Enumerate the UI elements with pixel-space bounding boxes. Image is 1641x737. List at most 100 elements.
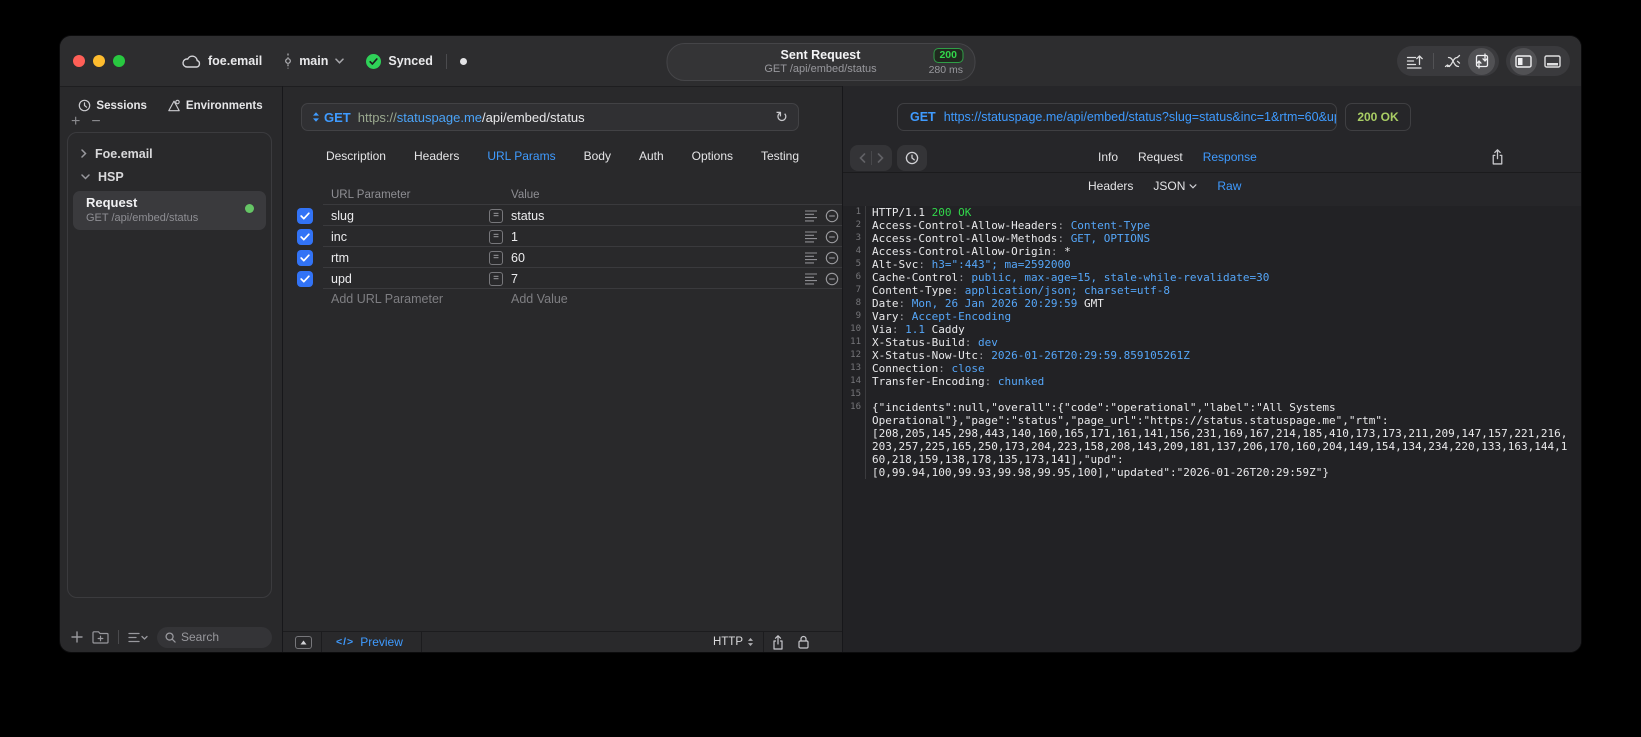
param-row-upd: upd = 7 <box>283 268 842 289</box>
remove-row-icon[interactable] <box>825 230 839 244</box>
toggle-bottom-panel-button[interactable] <box>1539 48 1566 75</box>
response-code-line: 14 Transfer-Encoding: chunked <box>843 375 1581 388</box>
tab-environments-label: Environments <box>185 99 263 112</box>
history-button[interactable] <box>897 145 927 171</box>
request-list-item-selected[interactable]: Request GET /api/embed/status <box>73 191 266 230</box>
tab-json[interactable]: JSON <box>1153 179 1197 193</box>
tab-request[interactable]: Request <box>1138 150 1183 164</box>
tree-item-hsp[interactable]: HSP <box>68 165 271 188</box>
new-folder-button[interactable] <box>92 630 109 644</box>
tab-info[interactable]: Info <box>1098 150 1118 164</box>
share-icon[interactable] <box>772 634 784 650</box>
code-icon: </> <box>336 636 355 648</box>
response-code-line: 9 Vary: Accept-Encoding <box>843 310 1581 323</box>
row-drag-icon[interactable] <box>804 209 818 222</box>
request-bottom-bar: </> Preview HTTP <box>283 631 842 652</box>
lock-icon[interactable] <box>798 635 809 649</box>
param-name-field[interactable]: inc <box>331 230 489 244</box>
param-name-field[interactable]: rtm <box>331 251 489 265</box>
request-duration: 280 ms <box>928 64 963 76</box>
add-param-name-placeholder[interactable]: Add URL Parameter <box>331 292 443 306</box>
resend-request-icon[interactable]: ↻ <box>775 110 788 125</box>
tab-headers[interactable]: Headers <box>1088 179 1133 193</box>
tab-url-params[interactable]: URL Params <box>487 149 555 163</box>
param-name-field[interactable]: slug <box>331 209 489 223</box>
tree-item-foe-email[interactable]: Foe.email <box>68 142 271 165</box>
remove-row-icon[interactable] <box>825 251 839 265</box>
minimize-window-button[interactable] <box>93 55 105 67</box>
toolbar-group-layout <box>1506 46 1570 76</box>
close-window-button[interactable] <box>73 55 85 67</box>
param-value-field[interactable]: 1 <box>511 230 518 244</box>
tab-options[interactable]: Options <box>692 149 733 163</box>
request-method[interactable]: GET <box>324 110 351 125</box>
chevron-down-icon[interactable] <box>335 58 345 64</box>
response-body[interactable]: 1 HTTP/1.1 200 OK 2 Access-Control-Allow-He… <box>843 206 1581 652</box>
request-url-bar[interactable]: GET https://statuspage.me/api/embed/stat… <box>301 103 799 131</box>
export-response-icon[interactable] <box>1491 149 1504 165</box>
request-summary-title: Sent Request <box>780 48 861 62</box>
response-code-line: 15 <box>843 388 1581 401</box>
remove-item-button[interactable]: − <box>91 114 100 130</box>
param-checkbox[interactable] <box>297 249 313 266</box>
column-header-value: Value <box>511 189 540 201</box>
sync-status[interactable]: Synced <box>388 54 432 68</box>
import-export-button[interactable] <box>1401 48 1428 75</box>
param-value-field[interactable]: 60 <box>511 251 525 265</box>
sort-filter-button[interactable] <box>128 632 148 643</box>
tab-raw[interactable]: Raw <box>1217 179 1241 193</box>
collapse-panel-button[interactable] <box>295 635 312 649</box>
param-checkbox[interactable] <box>297 270 313 287</box>
sent-request-url: https://statuspage.me/api/embed/status?s… <box>943 110 1337 124</box>
tab-description[interactable]: Description <box>326 149 386 163</box>
param-value-field[interactable]: status <box>511 209 544 223</box>
response-code-line: 7 Content-Type: application/json; charset… <box>843 284 1581 297</box>
tab-testing[interactable]: Testing <box>761 149 799 163</box>
response-view-tabs: Headers JSON Raw <box>1088 179 1241 193</box>
remove-row-icon[interactable] <box>825 209 839 223</box>
add-param-value-placeholder[interactable]: Add Value <box>511 292 568 306</box>
history-forward-button[interactable] <box>877 153 884 163</box>
branch-name[interactable]: main <box>299 54 328 68</box>
request-item-subtitle: GET /api/embed/status <box>86 212 199 224</box>
preview-button[interactable]: </> Preview <box>336 635 403 649</box>
param-value-field[interactable]: 7 <box>511 272 518 286</box>
toggle-sidebar-button[interactable] <box>1510 47 1537 75</box>
method-stepper-icon[interactable] <box>312 111 320 123</box>
new-request-button[interactable] <box>71 631 83 643</box>
url-scheme[interactable]: https:// <box>358 110 397 125</box>
url-host[interactable]: statuspage.me <box>397 110 482 125</box>
titlebar-toolbar <box>1397 46 1570 76</box>
equals-icon: = <box>489 229 503 244</box>
add-item-button[interactable]: + <box>71 114 80 130</box>
row-drag-icon[interactable] <box>804 251 818 264</box>
sent-request-url-box[interactable]: GET https://statuspage.me/api/embed/stat… <box>897 103 1337 131</box>
row-drag-icon[interactable] <box>804 272 818 285</box>
url-path[interactable]: /api/embed/status <box>482 110 585 125</box>
tab-auth[interactable]: Auth <box>639 149 664 163</box>
param-checkbox[interactable] <box>297 228 313 245</box>
search-input[interactable]: Search <box>157 626 272 648</box>
tab-environments[interactable]: Environments <box>167 99 263 112</box>
protocol-selector[interactable]: HTTP <box>713 636 754 648</box>
zoom-window-button[interactable] <box>113 55 125 67</box>
fork-sync-button[interactable] <box>1439 48 1466 75</box>
param-checkbox[interactable] <box>297 207 313 224</box>
toolbar-separator <box>118 630 119 644</box>
tab-body[interactable]: Body <box>584 149 611 163</box>
send-request-panel-button[interactable] <box>1468 47 1495 75</box>
remove-row-icon[interactable] <box>825 272 839 286</box>
equals-icon: = <box>489 271 503 286</box>
request-summary-pill[interactable]: Sent Request GET /api/embed/status 200 2… <box>666 43 975 81</box>
param-name-field[interactable]: upd <box>331 272 489 286</box>
row-drag-icon[interactable] <box>804 230 818 243</box>
response-tabs: Info Request Response <box>1098 150 1257 164</box>
tab-headers[interactable]: Headers <box>414 149 459 163</box>
request-status-dot <box>245 204 254 213</box>
session-list-controls: + − <box>71 114 101 130</box>
tab-response[interactable]: Response <box>1203 150 1257 164</box>
project-name[interactable]: foe.email <box>208 54 262 68</box>
history-back-button[interactable] <box>858 153 866 163</box>
tab-sessions[interactable]: Sessions <box>78 99 147 112</box>
sidebar-bottom-toolbar: Search <box>71 626 272 648</box>
